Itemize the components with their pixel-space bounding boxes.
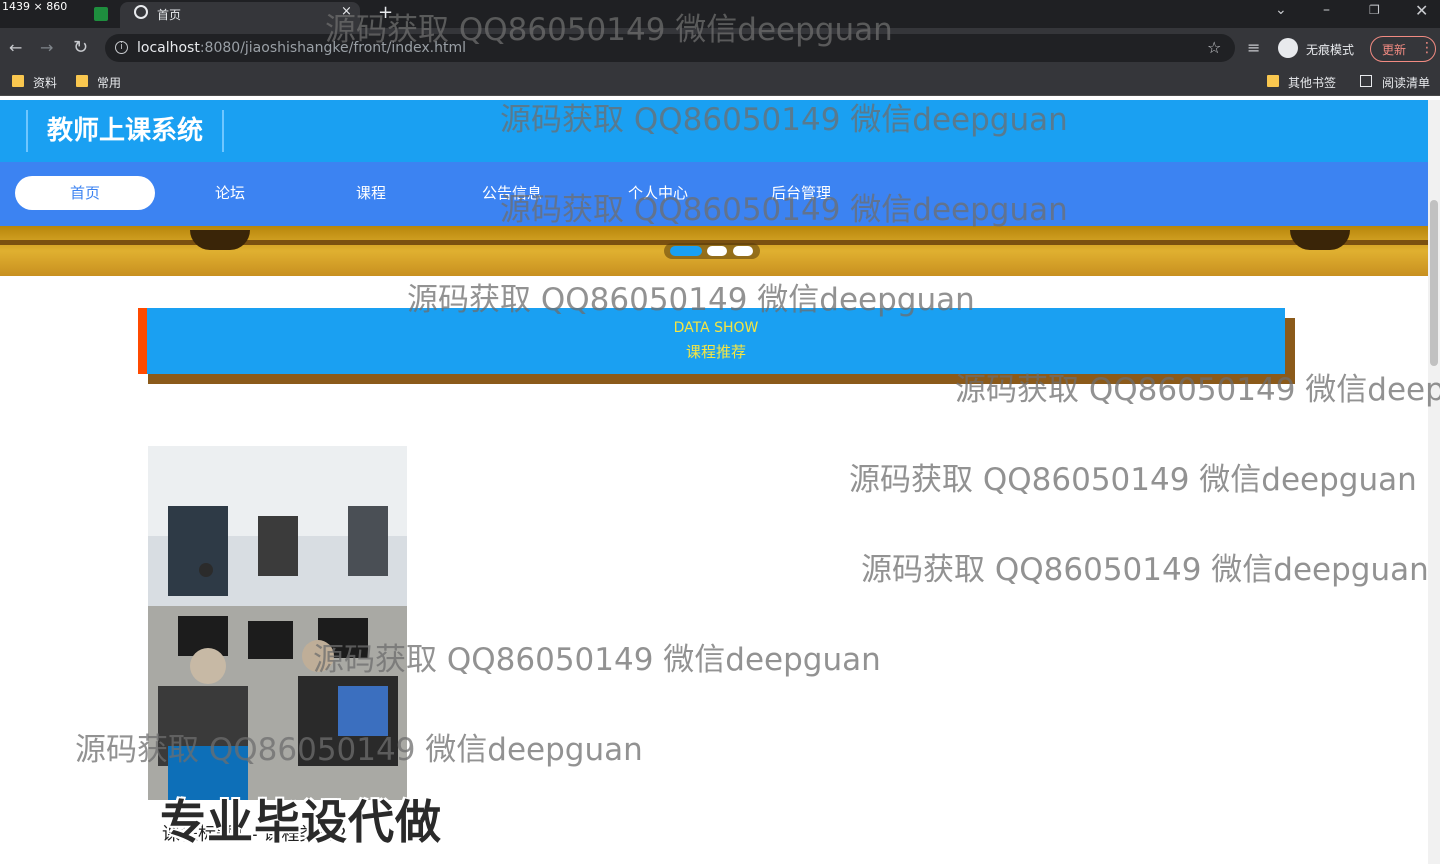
active-tab[interactable] <box>120 2 360 28</box>
restore-icon[interactable]: ❐ <box>1369 3 1380 17</box>
nav-forum[interactable]: 论坛 <box>160 176 300 210</box>
folder-icon <box>12 75 24 87</box>
update-label: 更新 <box>1382 43 1407 57</box>
bookmark-folder-ziliao[interactable]: 资料 <box>33 74 57 91</box>
carousel-dot-3[interactable] <box>733 246 753 256</box>
watermark: 源码获取 QQ86050149 微信deepguan <box>849 462 1417 498</box>
nav-home[interactable]: 首页 <box>15 176 155 210</box>
bookmark-folder-changyong[interactable]: 常用 <box>97 74 121 91</box>
folder-icon <box>1267 75 1279 87</box>
incognito-icon <box>1278 38 1298 58</box>
forward-icon[interactable]: → <box>40 38 53 57</box>
sheets-tab-icon[interactable] <box>94 7 108 21</box>
reading-list-icon <box>1360 75 1372 87</box>
folder-icon <box>76 75 88 87</box>
incognito-label[interactable]: 无痕模式 <box>1306 41 1354 58</box>
section-title-en: DATA SHOW <box>673 320 759 336</box>
new-tab-icon[interactable]: + <box>378 2 393 23</box>
dimensions-label: 1439 × 860 <box>0 0 70 13</box>
url-path: :8080/jiaoshishangke/front/index.html <box>199 40 466 56</box>
url-host: localhost <box>137 40 200 56</box>
reload-icon[interactable]: ↻ <box>73 37 88 58</box>
nav-courses[interactable]: 课程 <box>301 176 441 210</box>
scrollbar-thumb[interactable] <box>1430 200 1438 366</box>
info-icon[interactable]: i <box>115 41 128 54</box>
tab-search-icon[interactable]: ⌄ <box>1275 2 1287 18</box>
back-icon[interactable]: ← <box>9 38 22 57</box>
minimize-icon[interactable]: – <box>1323 2 1330 18</box>
nav-admin[interactable]: 后台管理 <box>731 176 871 210</box>
banner-image-detail <box>1290 230 1350 250</box>
nav-personal-center[interactable]: 个人中心 <box>588 176 728 210</box>
globe-icon <box>134 5 148 19</box>
classroom-photo <box>148 446 407 800</box>
nav-announcements[interactable]: 公告信息 <box>442 176 582 210</box>
banner-image-detail <box>190 230 250 250</box>
close-window-icon[interactable]: ✕ <box>1415 1 1428 20</box>
bookmark-star-icon[interactable]: ☆ <box>1207 38 1221 57</box>
other-bookmarks[interactable]: 其他书签 <box>1288 74 1336 91</box>
tab-close-icon[interactable]: × <box>341 4 352 19</box>
overlay-promo-text: 专业毕设代做 <box>160 795 442 849</box>
site-title[interactable]: 教师上课系统 <box>26 110 224 152</box>
section-title-zh: 课程推荐 <box>685 343 746 361</box>
reading-list[interactable]: 阅读清单 <box>1382 74 1430 91</box>
bookmarks-bar <box>0 68 1440 96</box>
menu-icon[interactable]: ⋮ <box>1420 40 1434 56</box>
carousel-dot-2[interactable] <box>707 246 727 256</box>
watermark: 源码获取 QQ86050149 微信deepguan <box>861 552 1429 588</box>
url-text: localhost:8080/jiaoshishangke/front/inde… <box>137 40 466 56</box>
reading-mode-icon[interactable]: ≡ <box>1247 38 1260 57</box>
carousel-dot-1[interactable] <box>670 246 702 256</box>
tab-title: 首页 <box>157 8 182 22</box>
course-image[interactable] <box>148 446 407 800</box>
